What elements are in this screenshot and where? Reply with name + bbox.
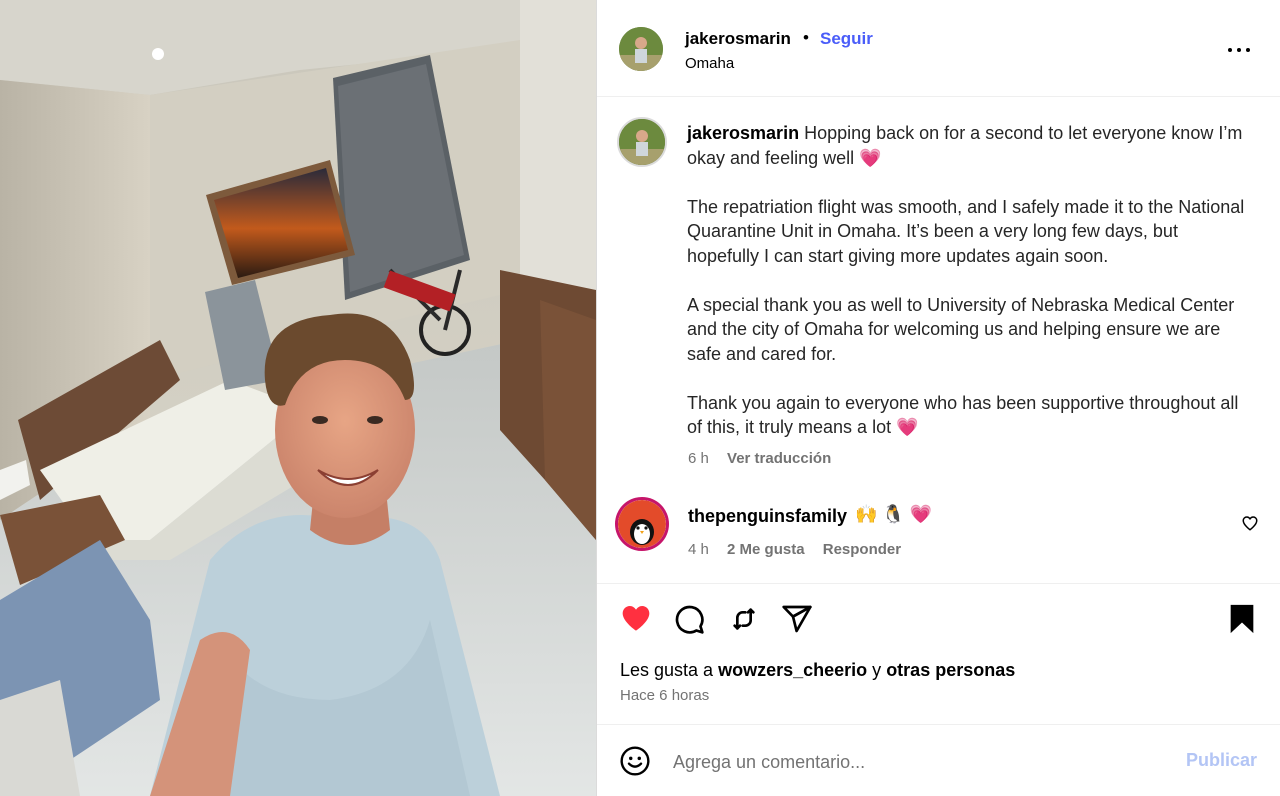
- caption-paragraph-3: A special thank you as well to Universit…: [687, 294, 1235, 364]
- post-timestamp[interactable]: Hace 6 horas: [620, 687, 709, 704]
- heart-emoji: 💗: [896, 417, 919, 437]
- post-location[interactable]: Omaha: [685, 55, 734, 72]
- post-caption: jakerosmarin Hopping back on for a secon…: [687, 121, 1247, 440]
- heart-outline-icon[interactable]: [1241, 514, 1259, 532]
- caption-paragraph-4: Thank you again to everyone who has been…: [687, 392, 1239, 438]
- divider: [597, 583, 1280, 584]
- comment-time: 4 h: [688, 541, 709, 558]
- caption-meta: 6 h Ver traducción: [688, 450, 831, 467]
- author-avatar[interactable]: [619, 27, 663, 71]
- follow-button[interactable]: Seguir: [820, 29, 873, 49]
- heart-filled-icon[interactable]: [619, 602, 653, 634]
- divider: [597, 724, 1280, 725]
- post-header: jakerosmarin • Seguir Omaha: [597, 0, 1280, 97]
- caption-username[interactable]: jakerosmarin: [687, 123, 799, 143]
- smiley-icon[interactable]: [619, 745, 651, 777]
- translate-link[interactable]: Ver traducción: [727, 450, 831, 467]
- comment-text: 🙌 🐧 💗: [855, 504, 933, 524]
- heart-emoji: 💗: [859, 147, 882, 168]
- post-photo[interactable]: [0, 0, 596, 796]
- caption-author-avatar[interactable]: [617, 117, 667, 167]
- caption-paragraph-2: The repatriation flight was smooth, and …: [687, 196, 1245, 266]
- commenter-username[interactable]: thepenguinsfamily: [688, 506, 847, 527]
- author-username[interactable]: jakerosmarin: [685, 29, 791, 49]
- repost-icon[interactable]: [728, 603, 760, 635]
- bookmark-filled-icon[interactable]: [1225, 602, 1259, 636]
- commenter-avatar[interactable]: [615, 497, 669, 551]
- likes-user-link[interactable]: wowzers_cheerio: [718, 660, 867, 680]
- selfie-hospital-room-image: [0, 0, 596, 796]
- likes-summary: Les gusta a wowzers_cheerio y otras pers…: [620, 660, 1015, 681]
- caption-time: 6 h: [688, 450, 709, 467]
- likes-prefix: Les gusta a: [620, 660, 714, 680]
- more-options-icon[interactable]: [1225, 38, 1253, 62]
- reply-button[interactable]: Responder: [823, 541, 901, 558]
- comment-meta: 4 h 2 Me gusta Responder: [688, 541, 901, 558]
- comment-icon[interactable]: [673, 603, 705, 635]
- comment-likes-count[interactable]: 2 Me gusta: [727, 541, 805, 558]
- separator-dot: •: [803, 28, 809, 47]
- comment-input[interactable]: [673, 748, 1173, 776]
- likes-connector: y: [872, 660, 882, 680]
- publish-button[interactable]: Publicar: [1186, 750, 1257, 771]
- post-details-panel: jakerosmarin • Seguir Omaha jakerosmarin…: [596, 0, 1280, 796]
- send-icon[interactable]: [781, 603, 813, 635]
- likes-others-link[interactable]: otras personas: [886, 660, 1015, 680]
